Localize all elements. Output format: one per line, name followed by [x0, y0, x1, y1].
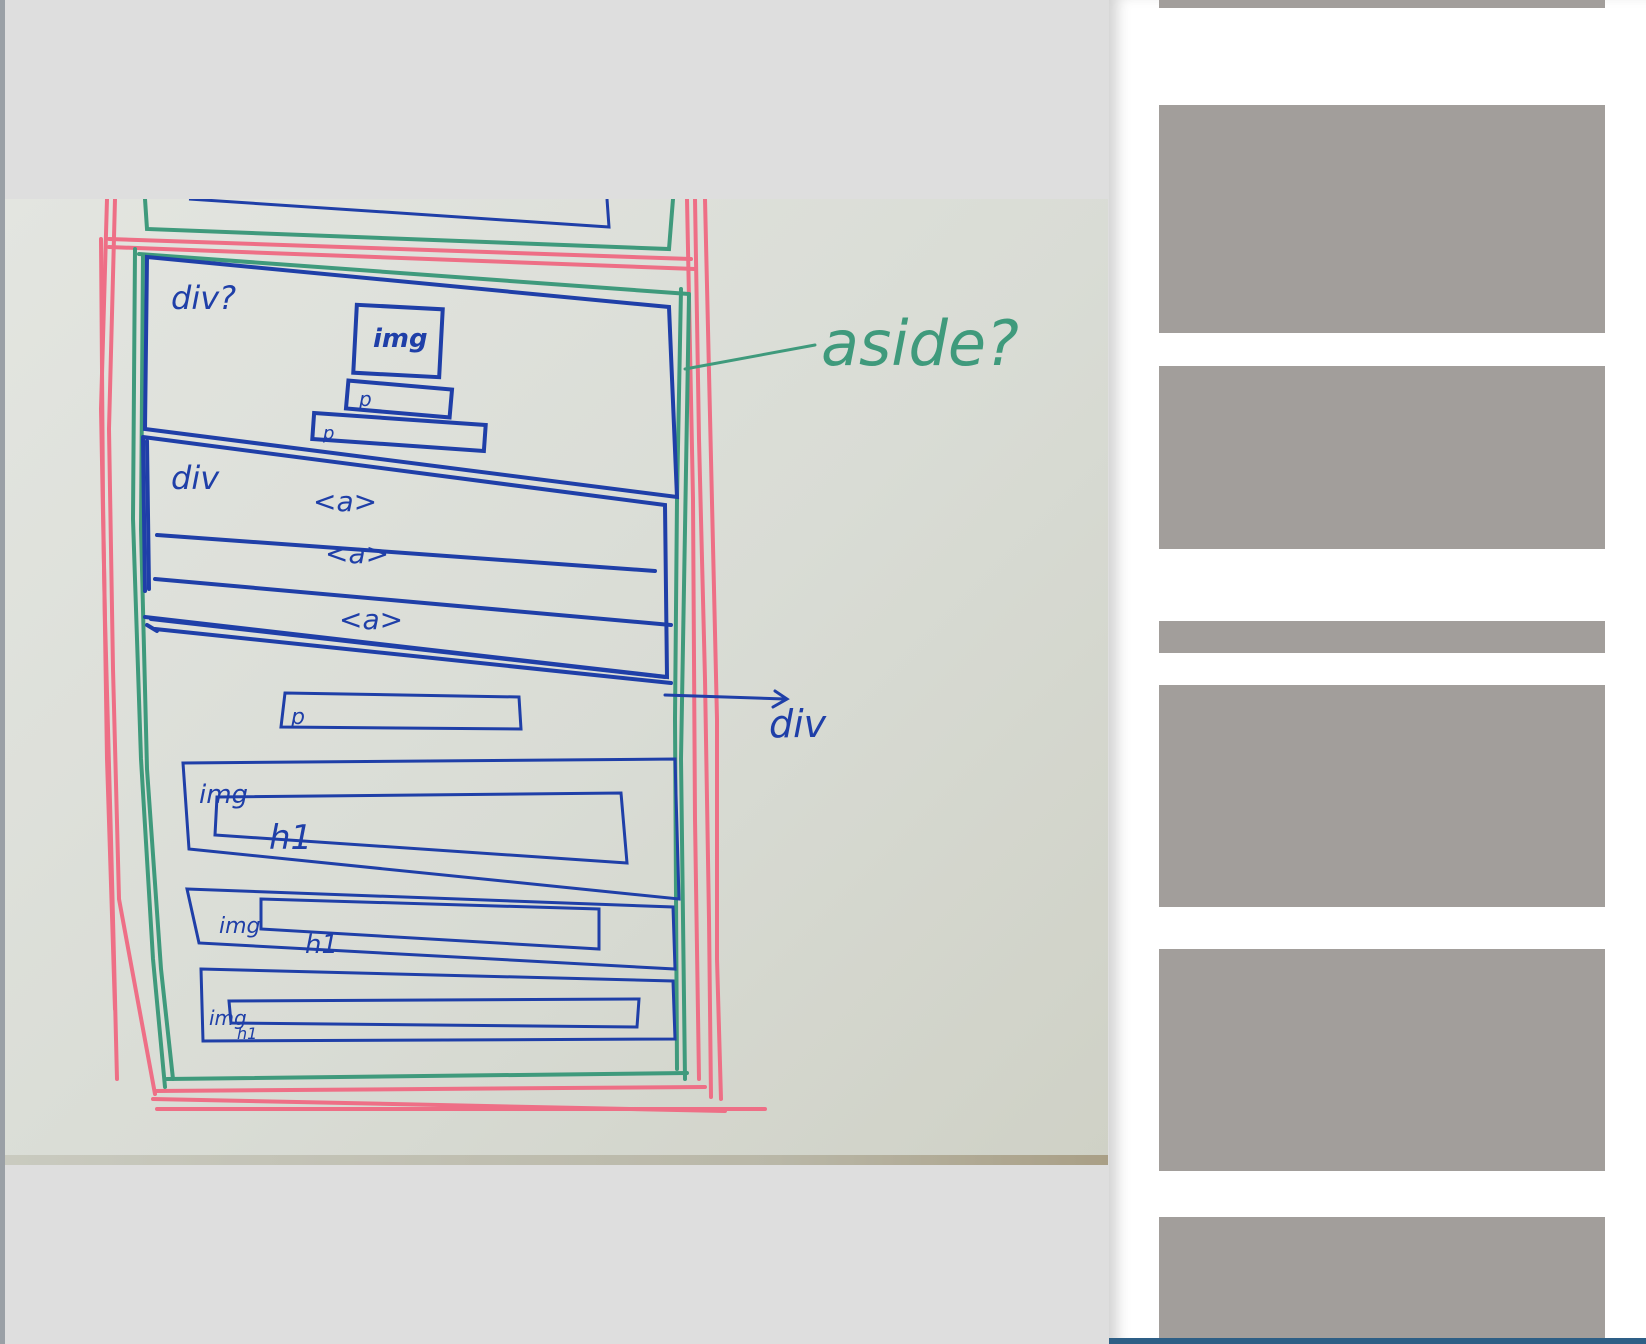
label-aside-annotation: aside?: [821, 307, 1019, 380]
sidebar-bottom-bar: [1109, 1338, 1646, 1344]
label-p-small-1: p: [358, 387, 372, 411]
whiteboard-sketch: div? img p p div <a> <a> <a> p img h1 im…: [98, 199, 1019, 1113]
label-div-question: div?: [171, 279, 236, 317]
sidebar-placeholder-2[interactable]: [1159, 105, 1605, 333]
label-h1-card-3: h1: [237, 1024, 257, 1043]
label-p-mid: p: [290, 705, 305, 730]
image-viewer: div? img p p div <a> <a> <a> p img h1 im…: [0, 0, 1109, 1344]
label-a-1: <a>: [313, 485, 377, 518]
photo-bottom-edge: [5, 1155, 1108, 1165]
card-3: [199, 967, 677, 1043]
div-nav-box: [141, 435, 673, 685]
sidebar-placeholder-4[interactable]: [1159, 621, 1605, 653]
sidebar-placeholder-5[interactable]: [1159, 685, 1605, 907]
sidebar-placeholder-3[interactable]: [1159, 366, 1605, 549]
label-div-annotation: div: [769, 702, 827, 746]
label-h1-card-2: h1: [305, 930, 338, 960]
sidebar-placeholder-7[interactable]: [1159, 1217, 1605, 1338]
sidebar-placeholder-1[interactable]: [1159, 0, 1605, 8]
label-img-top: img: [373, 324, 428, 354]
top-clipped-box: [188, 199, 611, 229]
label-div: div: [171, 459, 220, 497]
label-p-small-2: p: [322, 423, 334, 444]
label-a-3: <a>: [339, 603, 403, 636]
label-img-card-1: img: [199, 780, 248, 810]
label-a-2: <a>: [325, 537, 389, 570]
whiteboard-photo[interactable]: div? img p p div <a> <a> <a> p img h1 im…: [5, 199, 1108, 1165]
label-img-card-2: img: [219, 914, 261, 939]
card-1: [181, 757, 681, 901]
sidebar-placeholder-6[interactable]: [1159, 949, 1605, 1171]
label-h1-card-1: h1: [269, 818, 312, 858]
p-mid-box: [279, 691, 523, 731]
